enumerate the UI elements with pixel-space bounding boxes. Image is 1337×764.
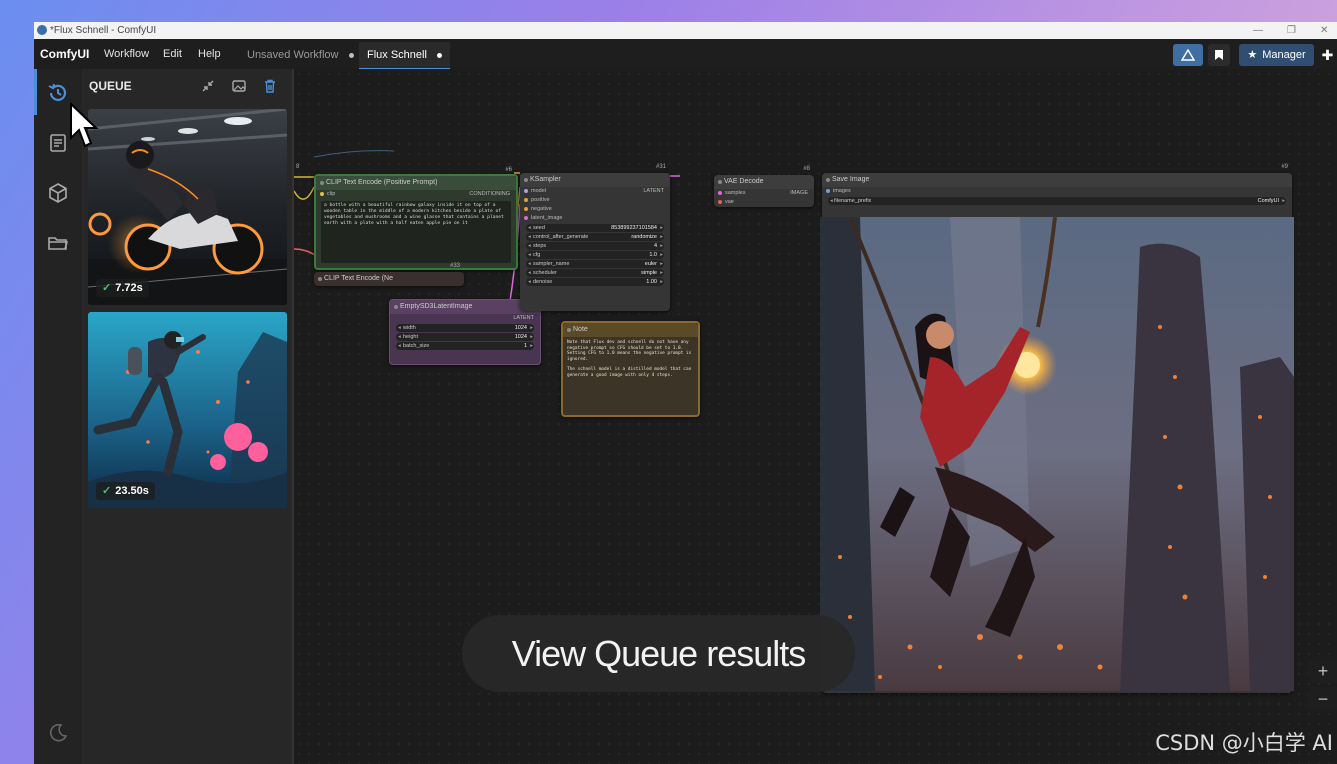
note-node[interactable]: Note Note that Flux dev and schnell do n… [561, 321, 700, 417]
ksampler-node[interactable]: #31 KSampler model LATENT positive negati… [520, 164, 670, 311]
images-input-slot[interactable]: images [822, 187, 1292, 196]
motorcycle-thumbnail [88, 109, 287, 305]
duration-label: 7.72s [115, 282, 143, 294]
diver-thumbnail [88, 312, 287, 508]
clip-text-encode-negative-node[interactable]: #33 CLIP Text Encode (Ne [314, 263, 464, 286]
queue-item-motorcycle[interactable]: ✓ 7.72s [88, 109, 287, 305]
tab-label: Unsaved Workflow [247, 49, 339, 61]
collapse-icon[interactable] [200, 78, 216, 94]
node-id: #31 [655, 164, 666, 170]
latent-output-slot[interactable]: LATENT [390, 314, 540, 323]
vae-input-slot[interactable]: vae [714, 198, 814, 207]
filename-prefix-widget[interactable]: filename_prefixComfyUI [828, 197, 1286, 205]
node-title: VAE Decode [714, 175, 814, 189]
watermark-text: CSDN @小白学 AI [1155, 731, 1333, 755]
close-window-button[interactable]: ✕ [1320, 22, 1328, 39]
positive-input-slot[interactable]: positive [520, 196, 670, 205]
latent-image-input-slot[interactable]: latent_image [520, 214, 670, 223]
note-text: Note that Flux dev and schnell do not ha… [567, 340, 692, 378]
sidebar-rail [34, 69, 83, 764]
seed-widget[interactable]: seed853899237101584 [526, 224, 664, 232]
height-widget[interactable]: height1024 [396, 333, 534, 341]
duration-badge: ✓ 23.50s [96, 482, 155, 500]
check-icon: ✓ [102, 282, 112, 294]
queue-item-diver[interactable]: ✓ 23.50s [88, 312, 287, 508]
node-id: #9 [1281, 164, 1288, 170]
conditioning-output-slot[interactable]: CONDITIONING [469, 190, 510, 199]
batch-size-widget[interactable]: batch_size1 [396, 342, 534, 350]
window-titlebar: *Flux Schnell - ComfyUI — ❐ ✕ [34, 22, 1337, 39]
list-icon[interactable] [46, 131, 70, 155]
node-title: CLIP Text Encode (Positive Prompt) [316, 176, 516, 190]
star-icon: ★ [1247, 49, 1258, 61]
vae-decode-node[interactable]: #8 VAE Decode samples IMAGE vae [714, 166, 814, 207]
puzzle-icon[interactable]: ✚ [1318, 44, 1337, 66]
menu-workflow[interactable]: Workflow [104, 39, 149, 69]
window-title: *Flux Schnell - ComfyUI [50, 25, 157, 36]
tab-flux-schnell[interactable]: Flux Schnell [359, 42, 450, 70]
clip-text-encode-positive-node[interactable]: #6 CLIP Text Encode (Positive Prompt) cl… [314, 167, 518, 270]
zoom-out-button[interactable]: − [1309, 687, 1337, 711]
node-title: EmptySD3LatentImage [390, 300, 540, 314]
node-id: 8 [296, 164, 300, 170]
control-after-generate-widget[interactable]: control_after_generaterandomize [526, 233, 664, 241]
cube-icon[interactable] [46, 181, 70, 205]
triangle-logo-icon [1180, 48, 1196, 61]
bookmark-button[interactable] [1208, 44, 1230, 66]
brand-label: ComfyUI [40, 47, 90, 61]
trash-icon[interactable] [262, 78, 278, 94]
negative-input-slot[interactable]: negative [520, 205, 670, 214]
clip-input-slot[interactable]: clip CONDITIONING [316, 190, 516, 199]
queue-panel: QUEUE ✓ 7.72s ✓ 23.50s [82, 69, 294, 764]
zoom-in-button[interactable]: + [1309, 659, 1337, 683]
unsaved-dot-icon [436, 52, 442, 58]
node-title: Note [563, 323, 698, 337]
node-title: KSampler [520, 173, 670, 187]
denoise-widget[interactable]: denoise1.00 [526, 278, 664, 286]
node-title: Save Image [822, 173, 1292, 187]
moon-icon[interactable] [46, 721, 70, 745]
duration-badge: ✓ 7.72s [96, 279, 149, 297]
width-widget[interactable]: width1024 [396, 324, 534, 332]
sampler-name-widget[interactable]: sampler_nameeuler [526, 260, 664, 268]
folder-icon[interactable] [46, 231, 70, 255]
menubar: ComfyUI Workflow Edit Help Unsaved Workf… [34, 39, 1337, 70]
unsaved-dot-icon [348, 52, 354, 58]
maximize-button[interactable]: ❐ [1287, 22, 1296, 39]
minimize-button[interactable]: — [1253, 22, 1263, 39]
node-id: #6 [505, 167, 512, 173]
manager-label: Manager [1262, 49, 1306, 61]
bookmark-icon [1215, 50, 1223, 60]
tab-label: Flux Schnell [367, 49, 427, 61]
mouse-cursor-icon [70, 102, 99, 148]
history-icon[interactable] [46, 81, 70, 105]
caption-toast: View Queue results [462, 615, 855, 692]
output-image-preview [820, 217, 1294, 691]
menu-help[interactable]: Help [198, 39, 221, 69]
tab-unsaved-workflow[interactable]: Unsaved Workflow [239, 42, 362, 68]
duration-label: 23.50s [115, 485, 149, 497]
manager-button[interactable]: ★ Manager [1239, 44, 1314, 66]
prompt-textarea[interactable]: a bottle with a beautiful rainbow galaxy… [321, 201, 511, 263]
image-gallery-icon[interactable] [231, 78, 247, 94]
steps-widget[interactable]: steps4 [526, 242, 664, 250]
latent-output-slot[interactable]: LATENT [643, 187, 664, 196]
image-output-slot[interactable]: IMAGE [790, 189, 808, 198]
cfg-widget[interactable]: cfg1.0 [526, 251, 664, 259]
node-title: CLIP Text Encode (Ne [314, 272, 464, 286]
scheduler-widget[interactable]: schedulersimple [526, 269, 664, 277]
samples-input-slot[interactable]: samples IMAGE [714, 189, 814, 198]
node-id: #33 [449, 263, 460, 269]
active-rail-indicator [34, 69, 37, 115]
node-id: #8 [803, 166, 810, 172]
app-logo-icon [37, 25, 47, 35]
queue-title: QUEUE [89, 79, 132, 93]
model-input-slot[interactable]: model LATENT [520, 187, 670, 196]
comfy-logo-button[interactable] [1173, 44, 1203, 66]
empty-latent-image-node[interactable]: #27 EmptySD3LatentImage LATENT width1024… [389, 291, 541, 365]
menu-edit[interactable]: Edit [163, 39, 182, 69]
check-icon: ✓ [102, 485, 112, 497]
